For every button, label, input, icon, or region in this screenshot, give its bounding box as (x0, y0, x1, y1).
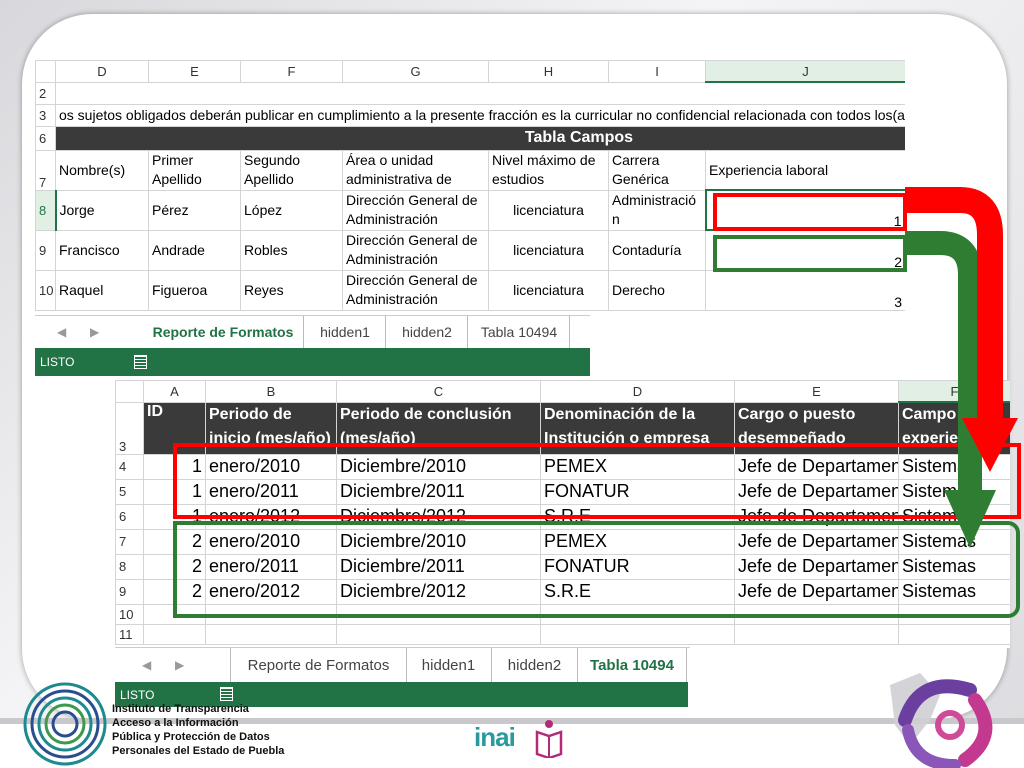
org-line: Pública y Protección de Datos (112, 731, 270, 743)
inai-logo-text: inai (474, 722, 516, 752)
org-name-block: Instituto de Transparencia Acceso a la I… (112, 702, 284, 758)
connector-arrows (905, 187, 1018, 548)
org-line: Personales del Estado de Puebla (112, 745, 285, 757)
inai-book-icon (535, 720, 563, 758)
puebla-logo-icon (890, 673, 993, 768)
org-line: Acceso a la Información (112, 717, 239, 729)
itaipue-logo-icon (23, 682, 107, 766)
inai-logo-icon: inai (474, 720, 563, 758)
org-line: Instituto de Transparencia (112, 703, 249, 715)
